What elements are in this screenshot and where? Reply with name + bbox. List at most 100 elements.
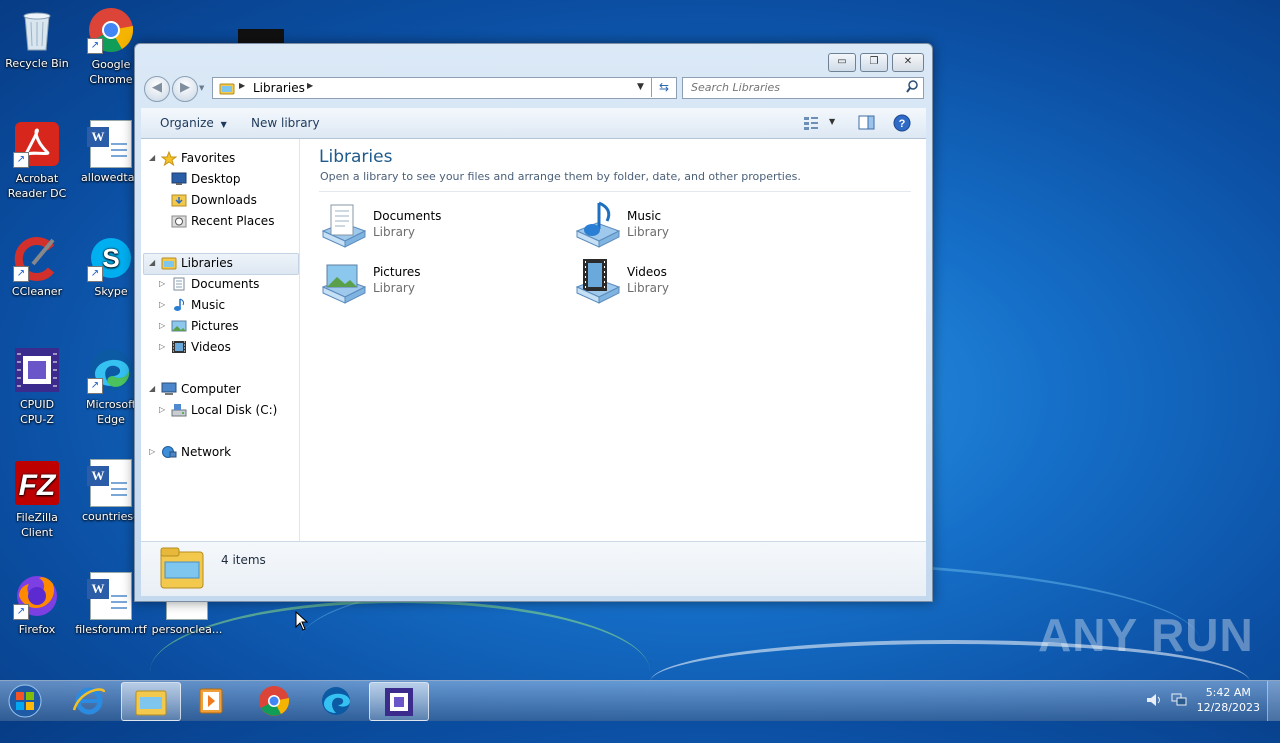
desktop-icon-label: CCleaner <box>11 285 63 298</box>
collapse-arrow-icon[interactable]: ▷ <box>159 274 165 294</box>
recent-places-icon <box>171 214 187 228</box>
cpuz-icon <box>385 688 413 716</box>
shortcut-arrow-icon: ↗ <box>87 38 103 54</box>
preview-pane-button[interactable] <box>858 115 875 133</box>
desktop-icon-label: CPUID CPU-Z <box>19 398 55 426</box>
arrow-right-icon: ▶ <box>180 80 190 95</box>
skype-icon: S ↗ <box>87 234 135 282</box>
nav-label: Computer <box>181 382 241 396</box>
taskbar-chrome[interactable] <box>245 682 303 719</box>
address-bar[interactable]: ▶ Libraries ▶ ▼ ⇆ <box>212 77 677 99</box>
taskbar-edge[interactable] <box>307 682 365 719</box>
forward-button[interactable]: ▶ <box>172 76 198 102</box>
documents-icon <box>171 277 187 291</box>
mouse-cursor-icon <box>295 610 309 634</box>
local-disk-icon <box>171 403 187 417</box>
firefox-icon: ↗ <box>13 572 61 620</box>
minimize-button[interactable]: ▭ <box>828 53 856 72</box>
expand-arrow-icon[interactable]: ◢ <box>149 148 155 168</box>
nav-label: Downloads <box>191 193 257 207</box>
address-dropdown-icon[interactable]: ▼ <box>637 82 644 92</box>
library-name: Videos <box>627 265 667 279</box>
nav-label: Favorites <box>181 151 236 165</box>
back-button[interactable]: ◀ <box>144 76 170 102</box>
collapse-arrow-icon[interactable]: ▷ <box>159 295 165 315</box>
collapse-arrow-icon[interactable]: ▷ <box>149 442 155 462</box>
collapse-arrow-icon[interactable]: ▷ <box>159 337 165 357</box>
cpuz-icon <box>13 346 61 394</box>
taskbar-cpuz[interactable] <box>369 682 429 721</box>
desktop-icon-acrobat[interactable]: ↗ Acrobat Reader DC <box>0 120 74 201</box>
library-item-documents[interactable]: Documents Library <box>319 201 539 251</box>
taskbar-media-player[interactable] <box>182 682 240 719</box>
music-icon <box>171 298 187 312</box>
library-name: Pictures <box>373 265 421 279</box>
svg-text:?: ? <box>899 118 906 130</box>
details-pane: 4 items <box>141 541 926 596</box>
desktop-icon-label: FileZilla Client <box>16 511 58 539</box>
new-library-button[interactable]: New library <box>251 116 320 130</box>
change-view-button[interactable] <box>803 116 819 133</box>
search-input[interactable] <box>683 78 901 96</box>
collapse-arrow-icon[interactable]: ▷ <box>159 400 165 420</box>
content-area: ◢ Favorites Desktop Downloads Recent Pla… <box>141 139 926 541</box>
nav-label: Music <box>191 298 226 312</box>
item-count: 4 items <box>221 553 266 567</box>
close-button[interactable]: ✕ <box>892 53 924 72</box>
music-library-icon <box>573 201 621 249</box>
downloads-folder-icon <box>171 193 187 207</box>
system-clock[interactable]: 5:42 AM 12/28/2023 <box>1197 685 1260 715</box>
search-icon[interactable] <box>906 80 918 96</box>
file-explorer-icon <box>135 690 167 716</box>
library-type: Library <box>373 281 415 295</box>
chrome-icon: ↗ <box>87 6 135 54</box>
search-box[interactable] <box>682 77 924 99</box>
organize-label: Organize <box>160 116 214 130</box>
acrobat-icon: ↗ <box>13 120 61 168</box>
recent-pages-dropdown[interactable]: ▼ <box>199 84 204 92</box>
word-document-icon: W <box>87 120 135 168</box>
shortcut-arrow-icon: ↗ <box>87 378 103 394</box>
word-document-icon: W <box>87 459 135 507</box>
desktop-icon-ccleaner[interactable]: ↗ CCleaner <box>0 234 74 299</box>
expand-arrow-icon[interactable]: ◢ <box>149 253 155 273</box>
breadcrumb-libraries[interactable]: Libraries <box>253 81 305 95</box>
taskbar-explorer[interactable] <box>121 682 181 721</box>
help-button[interactable]: ? <box>893 114 911 135</box>
desktop-icon <box>171 172 187 186</box>
library-item-pictures[interactable]: Pictures Library <box>319 257 539 307</box>
taskbar-ie[interactable] <box>60 682 118 719</box>
refresh-button[interactable]: ⇆ <box>651 77 676 97</box>
volume-icon[interactable] <box>1146 693 1162 710</box>
start-button[interactable] <box>5 683 45 719</box>
expand-arrow-icon[interactable]: ◢ <box>149 379 155 399</box>
desktop-icon-label: Firefox <box>18 623 56 636</box>
network-tray-icon[interactable] <box>1171 693 1187 710</box>
view-options-dropdown-icon[interactable]: ▼ <box>829 117 835 126</box>
desktop-icon-firefox[interactable]: ↗ Firefox <box>0 572 74 637</box>
desktop-icon-label: filesforum.rtf <box>75 623 147 636</box>
desktop-icon-label: Google Chrome <box>89 58 133 86</box>
page-title: Libraries <box>319 147 393 167</box>
chevron-down-icon: ▼ <box>220 120 227 129</box>
desktop-icon-cpuz[interactable]: CPUID CPU-Z <box>0 346 74 427</box>
media-player-icon <box>199 688 223 714</box>
desktop-icon-recycle-bin[interactable]: Recycle Bin <box>0 6 74 71</box>
show-desktop-button[interactable] <box>1267 681 1280 721</box>
organize-menu[interactable]: Organize ▼ <box>160 116 227 130</box>
maximize-button[interactable]: ❐ <box>860 53 888 72</box>
breadcrumb-separator-icon[interactable]: ▶ <box>307 81 313 90</box>
internet-explorer-icon <box>72 687 106 715</box>
edge-icon <box>322 687 350 715</box>
network-icon <box>161 445 177 459</box>
nav-label: Recent Places <box>191 214 275 228</box>
library-type: Library <box>373 225 415 239</box>
svg-text:FZ: FZ <box>19 469 57 502</box>
collapse-arrow-icon[interactable]: ▷ <box>159 316 165 336</box>
library-item-music[interactable]: Music Library <box>573 201 793 251</box>
desktop-icon-filezilla[interactable]: FZ FileZilla Client <box>0 459 74 540</box>
library-item-videos[interactable]: Videos Library <box>573 257 793 307</box>
recycle-bin-icon <box>13 6 61 54</box>
library-type: Library <box>627 225 669 239</box>
pictures-library-icon <box>319 257 367 305</box>
